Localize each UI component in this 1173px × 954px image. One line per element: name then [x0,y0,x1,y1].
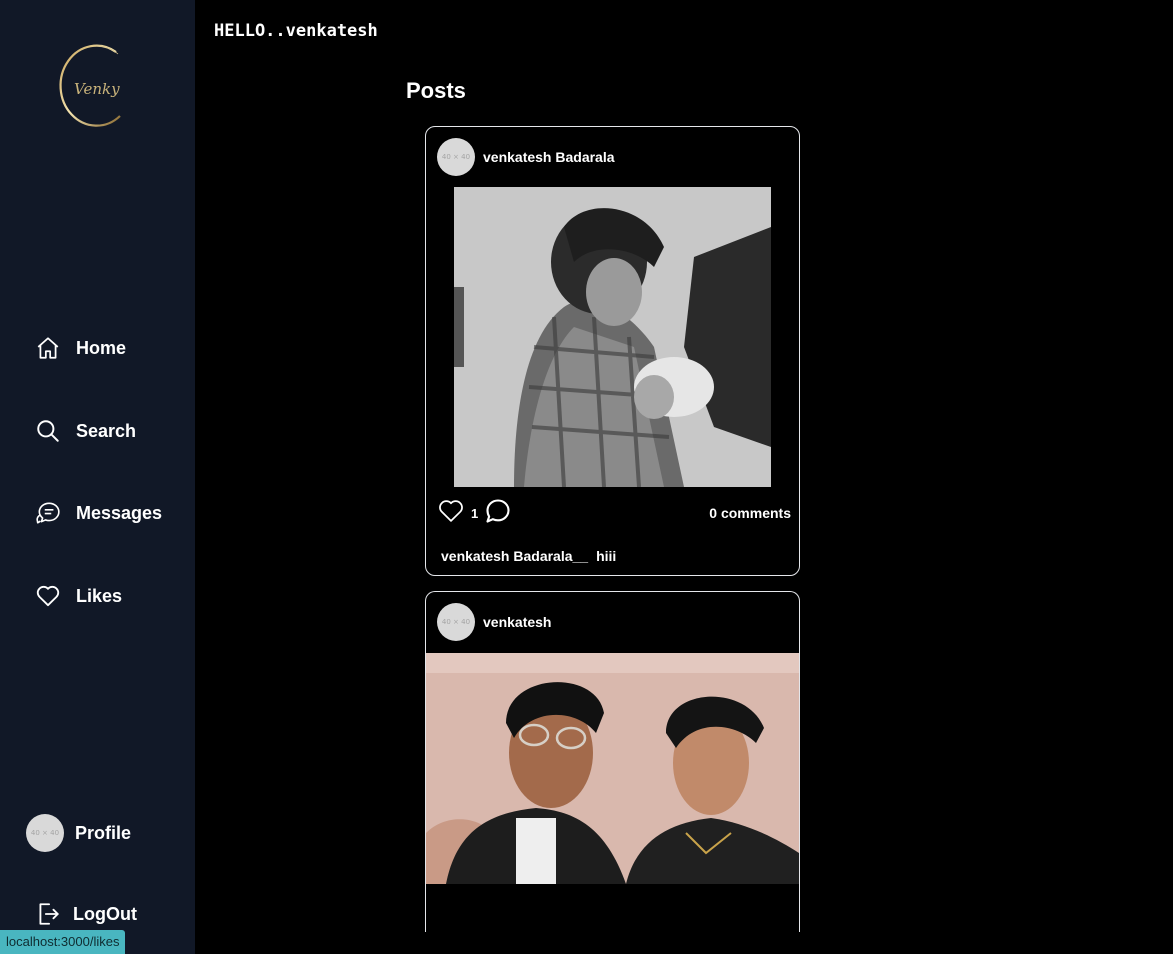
post-image[interactable] [454,187,771,487]
sidebar-item-search[interactable]: Search [34,416,136,446]
comments-count[interactable]: 0 comments [709,505,791,521]
logout-icon [34,900,62,928]
post-card: 40 × 40 venkatesh Badarala 1 0 comments … [425,126,800,576]
avatar[interactable]: 40 × 40 [437,603,475,641]
post-card: 40 × 40 venkatesh [425,591,800,932]
svg-text:Venky: Venky [74,80,120,98]
sidebar-item-label: Messages [76,502,163,523]
search-icon [34,417,62,445]
avatar[interactable]: 40 × 40 [437,138,475,176]
sidebar-item-label: Profile [75,822,132,843]
logout-button[interactable]: LogOut [34,899,137,929]
heart-icon [34,582,62,610]
sidebar-item-label: Home [76,337,127,358]
post-username[interactable]: venkatesh Badarala [483,149,615,165]
logout-label: LogOut [73,903,137,924]
sidebar-item-label: Search [76,420,137,441]
sidebar-item-home[interactable]: Home [34,333,126,363]
sidebar-item-likes[interactable]: Likes [34,581,122,611]
status-bar-url: localhost:3000/likes [0,930,126,954]
messages-icon [34,499,62,527]
page-title: Posts [406,78,466,103]
sidebar-item-label: Likes [76,585,123,606]
greeting-text: HELLO..venkatesh [214,21,378,41]
like-button[interactable] [437,497,465,529]
comment-button[interactable] [484,497,512,529]
caption-text: hiii [596,548,617,564]
sidebar-item-messages[interactable]: Messages [34,498,162,528]
caption-username[interactable]: venkatesh Badarala__ [441,548,588,564]
post-header: 40 × 40 venkatesh [437,603,551,641]
post-caption: venkatesh Badarala__ hiii [441,548,616,564]
brand-logo[interactable]: Venky [52,42,128,130]
post-username[interactable]: venkatesh [483,614,551,630]
avatar: 40 × 40 [26,814,64,852]
sidebar: Venky Home Search Messages Likes 40 × 40… [0,0,195,954]
sidebar-item-profile[interactable]: 40 × 40 Profile [26,814,131,852]
like-count: 1 [471,505,479,521]
post-header: 40 × 40 venkatesh Badarala [437,138,615,176]
home-icon [34,334,62,362]
post-actions: 1 0 comments [437,497,791,529]
post-image[interactable] [426,653,799,884]
